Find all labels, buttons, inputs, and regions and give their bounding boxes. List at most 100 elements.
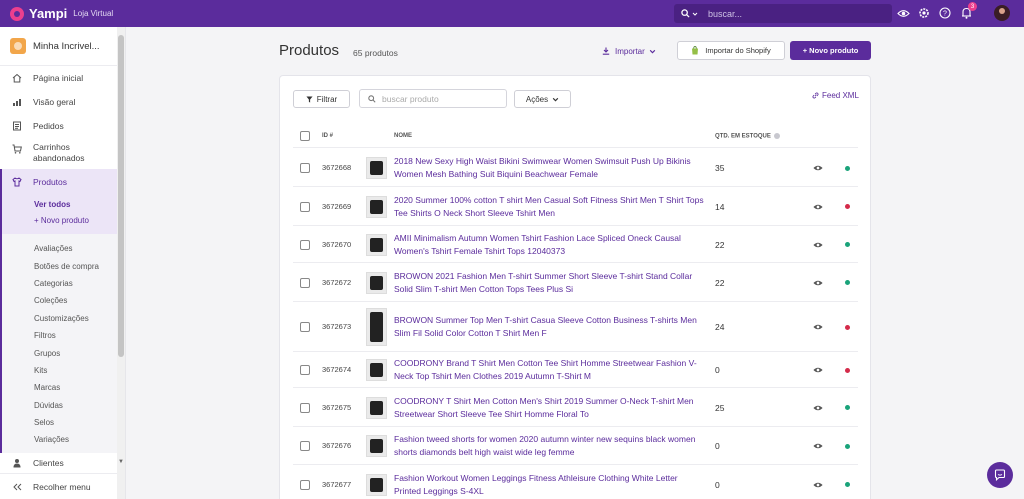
user-avatar[interactable] xyxy=(994,5,1010,21)
product-thumbnail[interactable] xyxy=(366,435,387,457)
search-icon xyxy=(368,94,376,103)
table-row[interactable]: 3672675 COODRONY T Shirt Men Cotton Men's… xyxy=(293,388,858,427)
product-name-link[interactable]: BROWON 2021 Fashion Men T-shirt Summer S… xyxy=(394,270,706,296)
eye-icon[interactable] xyxy=(813,442,823,450)
eye-icon[interactable] xyxy=(813,241,823,249)
help-icon[interactable]: ? xyxy=(938,6,952,20)
feed-xml-link[interactable]: Feed XML xyxy=(812,91,859,100)
eye-icon[interactable] xyxy=(896,6,910,20)
sidebar-item-label: Clientes xyxy=(33,457,64,468)
filter-button[interactable]: Filtrar xyxy=(293,90,350,108)
table-row[interactable]: 3672668 2018 New Sexy High Waist Bikini S… xyxy=(293,149,858,187)
product-name-link[interactable]: 2020 Summer 100% cotton T shirt Men Casu… xyxy=(394,194,706,220)
column-id: ID # xyxy=(322,133,334,139)
table-row[interactable]: 3672674 COODRONY Brand T Shirt Men Cotton… xyxy=(293,352,858,388)
sidebar-scrollbar[interactable] xyxy=(117,27,125,499)
product-name-link[interactable]: AMII Minimalism Autumn Women Tshirt Fash… xyxy=(394,232,706,258)
product-thumbnail[interactable] xyxy=(366,473,387,496)
submenu-categories[interactable]: Categorias xyxy=(2,275,117,292)
table-row[interactable]: 3672672 BROWON 2021 Fashion Men T-shirt S… xyxy=(293,263,858,302)
global-search-input[interactable] xyxy=(704,4,892,23)
row-checkbox[interactable] xyxy=(300,402,310,413)
product-thumbnail[interactable] xyxy=(366,359,387,381)
sidebar-item-abandoned-carts[interactable]: Carrinhos abandonados xyxy=(0,139,117,169)
row-checkbox[interactable] xyxy=(300,365,310,375)
table-row[interactable]: 3672676 Fashion tweed shorts for women 20… xyxy=(293,427,858,465)
sidebar-item-clients[interactable]: Clientes xyxy=(0,453,117,474)
stock-quantity: 22 xyxy=(715,277,725,288)
table-row[interactable]: 3672677 Fashion Workout Women Leggings Fi… xyxy=(293,465,858,499)
submenu-groups[interactable]: Grupos xyxy=(2,344,117,361)
eye-icon[interactable] xyxy=(813,404,823,412)
eye-icon[interactable] xyxy=(813,164,823,172)
row-checkbox[interactable] xyxy=(300,163,310,173)
row-checkbox[interactable] xyxy=(300,201,310,212)
submenu-buy-buttons[interactable]: Botões de compra xyxy=(2,257,117,274)
sidebar-item-orders[interactable]: Pedidos xyxy=(0,115,117,139)
chart-icon xyxy=(13,99,21,106)
row-checkbox[interactable] xyxy=(300,322,310,332)
eye-icon[interactable] xyxy=(813,323,823,331)
product-name-link[interactable]: COODRONY T Shirt Men Cotton Men's Shirt … xyxy=(394,395,706,421)
store-selector[interactable]: Minha Incrivel... xyxy=(0,27,125,66)
submenu-customizations[interactable]: Customizações xyxy=(2,310,117,327)
submenu-kits[interactable]: Kits xyxy=(2,362,117,379)
product-name-link[interactable]: 2018 New Sexy High Waist Bikini Swimwear… xyxy=(394,155,706,181)
product-thumbnail[interactable] xyxy=(366,308,387,346)
link-icon xyxy=(812,92,819,99)
submenu-reviews[interactable]: Avaliações xyxy=(2,240,117,257)
eye-icon[interactable] xyxy=(813,279,823,287)
eye-icon[interactable] xyxy=(813,366,823,374)
status-dot xyxy=(845,324,850,330)
table-row[interactable]: 3672670 AMII Minimalism Autumn Women Tshi… xyxy=(293,226,858,263)
row-checkbox[interactable] xyxy=(300,441,310,451)
submenu-badges[interactable]: Selos xyxy=(2,414,117,431)
submenu-brands[interactable]: Marcas xyxy=(2,379,117,396)
product-thumbnail[interactable] xyxy=(366,396,387,419)
table-row[interactable]: 3672673 BROWON Summer Top Men T-shirt Cas… xyxy=(293,302,858,352)
select-all-checkbox[interactable] xyxy=(300,131,310,141)
home-icon xyxy=(12,73,22,83)
table-row[interactable]: 3672669 2020 Summer 100% cotton T shirt M… xyxy=(293,187,858,226)
product-thumbnail[interactable] xyxy=(366,233,387,256)
product-thumbnail[interactable] xyxy=(366,157,387,179)
row-checkbox[interactable] xyxy=(300,239,310,250)
sidebar-item-overview[interactable]: Visão geral xyxy=(0,91,117,115)
submenu-new-product[interactable]: + Novo produto xyxy=(2,212,117,228)
info-icon[interactable] xyxy=(773,133,780,139)
eye-icon[interactable] xyxy=(813,203,823,211)
product-name-link[interactable]: COODRONY Brand T Shirt Men Cotton Tee Sh… xyxy=(394,357,706,383)
submenu-questions[interactable]: Dúvidas xyxy=(2,397,117,414)
eye-icon[interactable] xyxy=(813,481,823,489)
bell-icon[interactable]: 3 xyxy=(959,2,977,20)
sidebar-item-home[interactable]: Página inicial xyxy=(0,67,117,91)
product-thumbnail[interactable] xyxy=(366,195,387,218)
notification-badge: 3 xyxy=(968,2,977,11)
scrollbar-thumb[interactable] xyxy=(118,35,124,357)
gear-icon[interactable] xyxy=(917,6,931,20)
product-name-link[interactable]: BROWON Summer Top Men T-shirt Casua Slee… xyxy=(394,314,706,340)
search-type-dropdown[interactable] xyxy=(674,4,704,23)
product-thumbnail[interactable] xyxy=(366,271,387,294)
chat-button[interactable] xyxy=(987,462,1013,488)
new-product-button[interactable]: + Novo produto xyxy=(790,41,871,60)
sidebar-item-products[interactable]: Produtos xyxy=(0,169,117,196)
row-checkbox[interactable] xyxy=(300,479,310,490)
submenu-view-all[interactable]: Ver todos xyxy=(2,196,117,212)
import-shopify-button[interactable]: Importar do Shopify xyxy=(677,41,785,60)
actions-dropdown[interactable]: Ações xyxy=(514,90,571,108)
product-id: 3672676 xyxy=(322,441,352,450)
scroll-down-arrow-icon[interactable]: ▼ xyxy=(118,459,124,465)
submenu-filters[interactable]: Filtros xyxy=(2,327,117,344)
submenu-collections[interactable]: Coleções xyxy=(2,292,117,309)
product-search-input[interactable] xyxy=(382,93,502,104)
brand[interactable]: Yampi Loja Virtual xyxy=(0,0,113,27)
collapse-menu-button[interactable]: Recolher menu xyxy=(0,473,117,499)
submenu-variations[interactable]: Variações xyxy=(2,431,117,448)
product-name-link[interactable]: Fashion Workout Women Leggings Fitness A… xyxy=(394,472,706,498)
product-name-link[interactable]: Fashion tweed shorts for women 2020 autu… xyxy=(394,433,706,459)
table-header: ID # NOME QTD. EM ESTOQUE xyxy=(293,124,858,148)
row-checkbox[interactable] xyxy=(300,277,310,288)
products-card: Filtrar Ações Feed XML ID # NOME QTD. EM… xyxy=(279,75,871,499)
import-button[interactable]: Importar xyxy=(602,42,661,60)
